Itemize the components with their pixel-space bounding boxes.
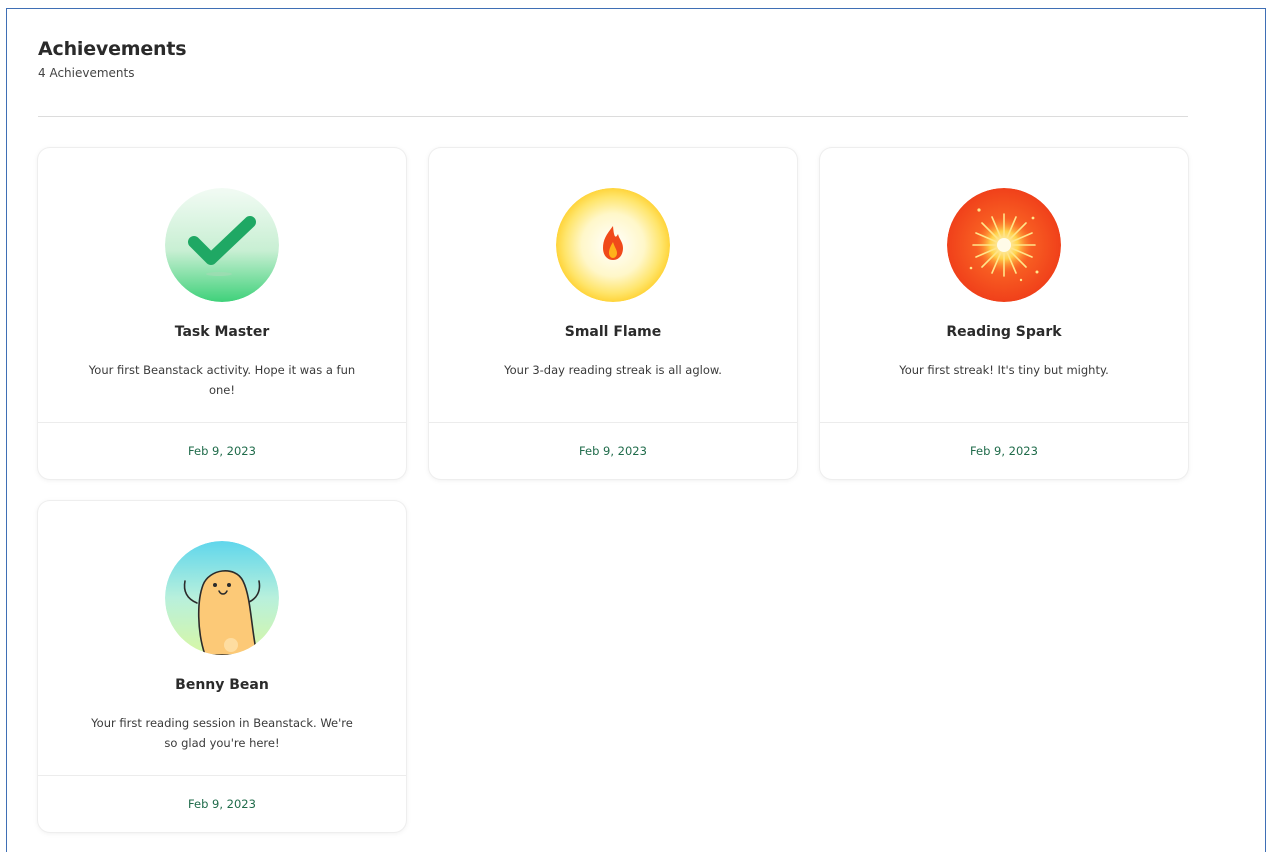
achievement-title: Task Master	[174, 324, 270, 340]
achievement-description: Your first streak! It's tiny but mighty.	[899, 363, 1109, 377]
achievements-count: 4 Achievements	[38, 66, 135, 80]
achievement-date: Feb 9, 2023	[970, 444, 1038, 458]
achievement-date: Feb 9, 2023	[188, 797, 256, 811]
achievement-card-reading-spark[interactable]: Reading Spark Your first streak! It's ti…	[820, 148, 1188, 479]
flame-badge-icon	[556, 188, 670, 302]
achievement-footer: Feb 9, 2023	[38, 422, 406, 479]
achievement-footer: Feb 9, 2023	[820, 422, 1188, 479]
spark-badge-icon	[947, 188, 1061, 302]
header-divider	[38, 116, 1188, 117]
achievement-title: Reading Spark	[946, 324, 1062, 340]
checkmark-badge-icon	[165, 188, 279, 302]
achievement-footer: Feb 9, 2023	[429, 422, 797, 479]
achievements-header: Achievements 4 Achievements	[38, 38, 187, 80]
achievement-description: Your first Beanstack activity. Hope it w…	[88, 363, 356, 397]
achievement-title: Benny Bean	[175, 677, 269, 693]
achievement-card-small-flame[interactable]: Small Flame Your 3-day reading streak is…	[429, 148, 797, 479]
achievement-card-task-master[interactable]: Task Master Your first Beanstack activit…	[38, 148, 406, 479]
achievement-description: Your 3-day reading streak is all aglow.	[504, 363, 722, 377]
page-title: Achievements	[38, 38, 187, 60]
achievement-description: Your first reading session in Beanstack.…	[91, 716, 353, 750]
achievement-title: Small Flame	[564, 324, 662, 340]
bean-character-badge-icon	[165, 541, 279, 655]
achievement-card-benny-bean[interactable]: Benny Bean Your first reading session in…	[38, 501, 406, 832]
achievement-date: Feb 9, 2023	[579, 444, 647, 458]
achievement-footer: Feb 9, 2023	[38, 775, 406, 832]
achievement-date: Feb 9, 2023	[188, 444, 256, 458]
